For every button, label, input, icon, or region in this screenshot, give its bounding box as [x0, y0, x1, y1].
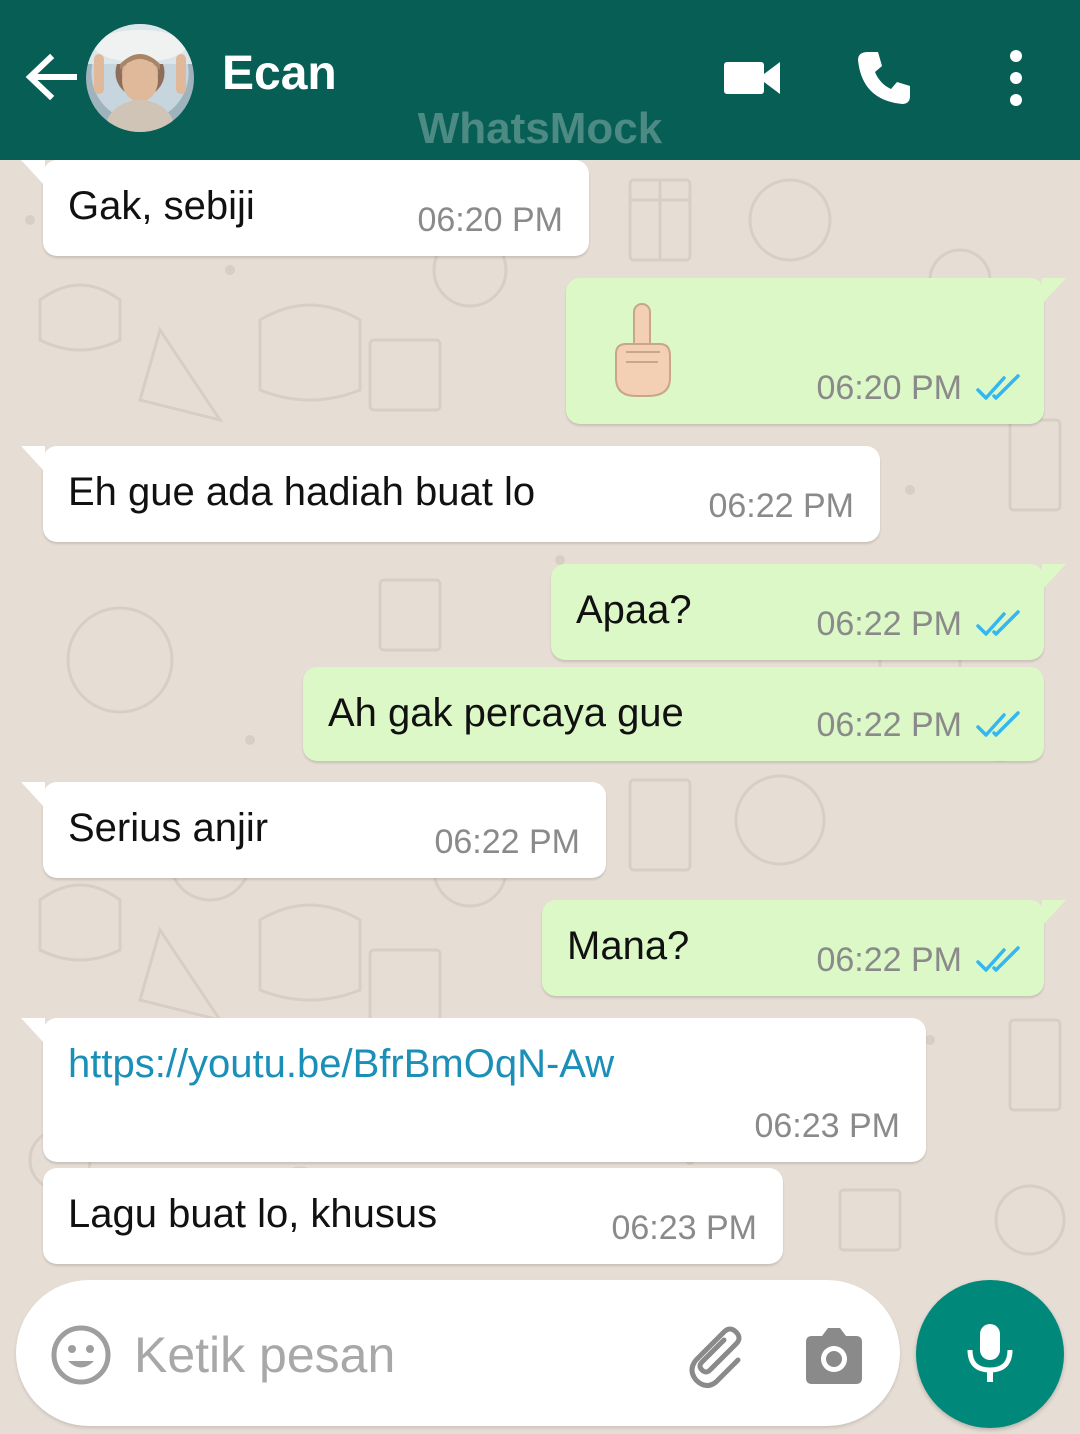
chat-header: Ecan WhatsMock — [0, 0, 1080, 160]
message-text: Apaa? — [576, 588, 692, 632]
message-input[interactable]: Ketik pesan — [134, 1326, 395, 1384]
message-time: 06:20 PM — [816, 369, 962, 407]
voice-call-icon[interactable] — [850, 44, 918, 112]
message-time: 06:23 PM — [754, 1107, 900, 1145]
attach-icon[interactable] — [680, 1320, 752, 1392]
camera-icon[interactable] — [800, 1322, 868, 1390]
watermark: WhatsMock — [417, 104, 663, 153]
message-bubble-incoming[interactable]: Eh gue ada hadiah buat lo 06:22 PM — [21, 446, 880, 542]
message-input-bar[interactable]: Ketik pesan — [16, 1280, 900, 1426]
message-bubble-incoming[interactable]: Lagu buat lo, khusus 06:23 PM — [43, 1168, 783, 1264]
message-text: Mana? — [567, 924, 690, 968]
read-receipt-icon — [976, 946, 1020, 972]
message-time: 06:22 PM — [816, 941, 962, 979]
message-time: 06:20 PM — [417, 201, 563, 239]
message-text: Eh gue ada hadiah buat lo — [68, 470, 536, 514]
message-bubble-outgoing[interactable]: Apaa? 06:22 PM — [551, 564, 1066, 660]
more-options-icon[interactable] — [982, 44, 1050, 112]
message-bubble-incoming[interactable]: Serius anjir 06:22 PM — [21, 782, 606, 878]
message-text: Serius anjir — [68, 806, 269, 850]
read-receipt-icon — [976, 711, 1020, 737]
message-time: 06:22 PM — [434, 823, 580, 861]
message-text: Gak, sebiji — [68, 184, 255, 228]
message-bubble-outgoing[interactable]: Mana? 06:22 PM — [542, 900, 1066, 996]
message-time: 06:22 PM — [816, 706, 962, 744]
message-time: 06:22 PM — [816, 605, 962, 643]
middle-finger-emoji — [615, 303, 671, 397]
message-bubble-incoming[interactable]: Gak, sebiji 06:20 PM — [21, 160, 589, 256]
back-arrow-icon[interactable] — [22, 48, 80, 106]
message-time: 06:22 PM — [708, 487, 854, 525]
message-link[interactable]: https://youtu.be/BfrBmOqN-Aw — [68, 1042, 614, 1087]
message-text: Ah gak percaya gue — [328, 691, 684, 735]
chat-area[interactable]: Gak, sebiji 06:20 PM 06:20 PM Eh gue ada… — [0, 160, 1080, 1434]
message-text: Lagu buat lo, khusus — [68, 1192, 438, 1236]
message-bubble-incoming[interactable]: https://youtu.be/BfrBmOqN-Aw 06:23 PM — [21, 1018, 926, 1162]
contact-name[interactable]: Ecan — [222, 46, 337, 101]
emoji-icon[interactable] — [50, 1324, 112, 1386]
read-receipt-icon — [976, 610, 1020, 636]
mic-icon — [967, 1324, 1013, 1382]
mic-button[interactable] — [916, 1280, 1064, 1428]
message-bubble-outgoing[interactable]: Ah gak percaya gue 06:22 PM — [303, 667, 1044, 761]
message-bubble-outgoing[interactable]: 06:20 PM — [566, 278, 1066, 424]
message-time: 06:23 PM — [611, 1209, 757, 1247]
video-call-icon[interactable] — [718, 44, 786, 112]
read-receipt-icon — [976, 374, 1020, 400]
